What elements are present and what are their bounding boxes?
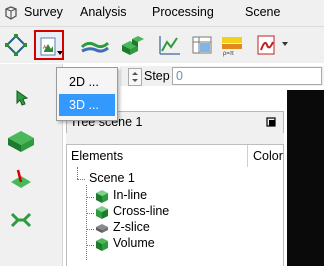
- tree-connector: [86, 229, 94, 230]
- toolbar: A ρ=π: [0, 27, 324, 63]
- polygon-select-icon[interactable]: [4, 33, 28, 57]
- new-scene-button[interactable]: A: [34, 30, 64, 60]
- column-elements[interactable]: Elements: [71, 149, 123, 163]
- tree-item-volume[interactable]: Volume: [113, 236, 155, 250]
- menu-analysis[interactable]: Analysis: [80, 5, 127, 19]
- step-spinner[interactable]: [128, 68, 142, 86]
- tree-root-scene[interactable]: Scene 1: [89, 171, 135, 185]
- table-view-icon[interactable]: [190, 33, 214, 57]
- crossplot-icon[interactable]: ρ=π: [218, 33, 246, 57]
- tree-connector: [86, 213, 94, 214]
- tree-column-header: Elements Color: [66, 144, 284, 168]
- menu-scene[interactable]: Scene: [245, 5, 280, 19]
- step-label: Step: [144, 69, 170, 83]
- chevron-down-icon: [57, 51, 63, 55]
- column-divider: [247, 145, 248, 167]
- 3d-viewport[interactable]: [287, 90, 324, 266]
- dock-icon[interactable]: [265, 116, 277, 128]
- crossline-cube-icon: [96, 206, 108, 219]
- tree-item-zslice[interactable]: Z-slice: [113, 220, 150, 234]
- dropdown-item-2d[interactable]: 2D ...: [59, 71, 115, 93]
- volume-cube-icon: [96, 238, 108, 251]
- cubes-tool-icon[interactable]: [118, 33, 146, 57]
- fault-stick-icon[interactable]: [8, 168, 34, 192]
- tree-connector: [77, 167, 78, 179]
- inline-cube-icon: [96, 190, 108, 203]
- menu-processing[interactable]: Processing: [152, 5, 214, 19]
- app-icon: [5, 6, 17, 20]
- new-scene-icon: A: [40, 37, 56, 56]
- tree-item-inline[interactable]: In-line: [113, 188, 147, 202]
- well-plot-icon[interactable]: [157, 33, 183, 57]
- left-toolbar: [0, 64, 63, 266]
- tree-connector: [77, 179, 85, 180]
- step-bar: Step 0: [120, 66, 324, 86]
- arrow-cursor-icon[interactable]: [12, 88, 32, 108]
- tree-body: Scene 1 In-line Cross-line Z-slice Volum…: [66, 167, 284, 266]
- step-input[interactable]: 0: [172, 67, 322, 85]
- dropdown-item-3d[interactable]: 3D ...: [59, 94, 115, 116]
- spinner-arrows-icon: [132, 72, 138, 82]
- chevron-down-icon[interactable]: [282, 41, 288, 47]
- fence-diagram-icon[interactable]: [8, 208, 34, 232]
- horizon-tool-icon[interactable]: [80, 33, 110, 57]
- column-color[interactable]: Color: [253, 149, 283, 163]
- zslice-icon: [96, 224, 108, 233]
- tree-connector: [86, 245, 94, 246]
- menu-survey[interactable]: Survey: [24, 5, 63, 19]
- pdf-export-icon[interactable]: [254, 33, 280, 57]
- tree-item-crossline[interactable]: Cross-line: [113, 204, 169, 218]
- tree-connector: [86, 197, 94, 198]
- tree-spacer: [66, 133, 284, 144]
- svg-text:ρ=π: ρ=π: [223, 51, 234, 57]
- new-scene-dropdown: 2D ... 3D ...: [56, 67, 118, 121]
- menubar: Survey Analysis Processing Scene: [0, 0, 324, 27]
- horizon-3d-icon[interactable]: [6, 128, 36, 154]
